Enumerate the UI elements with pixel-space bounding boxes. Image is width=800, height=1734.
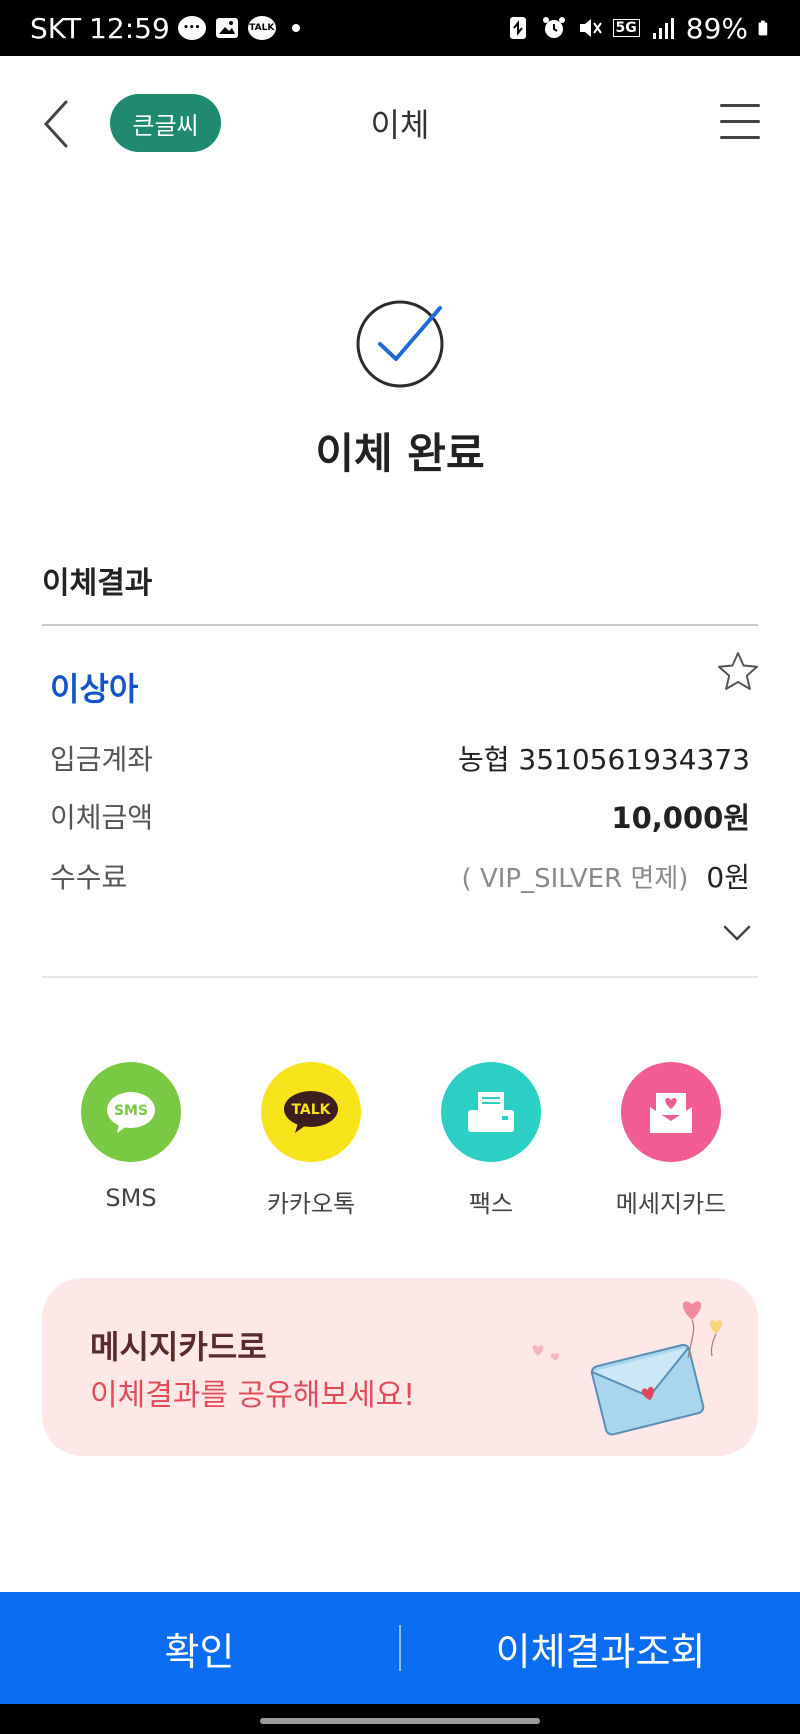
signal-icon [652, 18, 674, 39]
share-sms-button[interactable]: SMS SMS [56, 1062, 206, 1222]
alarm-icon [542, 17, 565, 38]
page-title: 이체 [370, 106, 430, 144]
share-label: 팩스 [468, 1190, 514, 1218]
status-bar: SKT 12:59 ••• TALK 5G 89% [0, 0, 800, 56]
sync-icon [509, 17, 526, 39]
chevron-down-icon[interactable] [722, 922, 752, 944]
row-value: 농협 3510561934373 [457, 743, 750, 776]
transfer-history-button[interactable]: 이체결과조회 [401, 1592, 800, 1704]
details-divider [42, 976, 758, 978]
kakaotalk-icon: TALK [261, 1062, 361, 1162]
row-label: 이체금액 [50, 801, 154, 834]
mute-icon [579, 19, 602, 37]
sms-badge-text: SMS [114, 1103, 148, 1119]
sms-icon: SMS [81, 1062, 181, 1162]
battery-icon [758, 20, 768, 36]
envelope-balloon-illustration [532, 1301, 723, 1436]
share-label: 메세지카드 [615, 1190, 727, 1218]
row-label: 수수료 [50, 861, 128, 894]
chat-notification-icon: ••• [177, 16, 206, 40]
more-notifications-icon [291, 24, 300, 32]
fee-value-group: ( VIP_SILVER 면제) 0원 [462, 856, 750, 896]
section-title: 이체결과 [42, 566, 153, 601]
row-label: 입금계좌 [50, 743, 154, 776]
transfer-complete-title: 이체 완료 [315, 429, 485, 478]
hamburger-menu-icon[interactable] [720, 104, 760, 140]
kakaotalk-notification-icon: TALK [247, 16, 276, 40]
home-indicator[interactable] [260, 1718, 540, 1724]
check-circle-icon [356, 300, 444, 388]
banner-subtitle: 이체결과를 공유해보세요! [90, 1378, 416, 1413]
transfer-amount-row: 이체금액 10,000원 [50, 796, 750, 836]
network-indicator: 5G [612, 19, 640, 37]
fax-icon [441, 1062, 541, 1162]
share-fax-button[interactable]: 팩스 [416, 1062, 566, 1222]
gallery-notification-icon [215, 18, 238, 38]
share-message-card-button[interactable]: 메세지카드 [596, 1062, 746, 1222]
status-left: SKT 12:59 ••• TALK [30, 0, 300, 56]
talk-badge-text: TALK [291, 1102, 331, 1118]
bottom-action-bar: 확인 이체결과조회 [0, 1592, 800, 1704]
share-options: SMS SMS TALK 카카오톡 팩스 메세지카드 [56, 1062, 746, 1222]
banner-title: 메시지카드로 [90, 1328, 267, 1366]
row-value: 10,000원 [611, 801, 750, 835]
row-value: 0원 [706, 861, 750, 894]
clock: 12:59 [89, 11, 170, 45]
status-right: 5G 89% [505, 0, 774, 56]
battery-percent: 89% [685, 11, 748, 45]
message-card-icon [621, 1062, 721, 1162]
confirm-button[interactable]: 확인 [0, 1592, 399, 1704]
share-label: SMS [105, 1184, 157, 1212]
deposit-account-row: 입금계좌 농협 3510561934373 [50, 738, 750, 778]
favorite-star-icon[interactable] [716, 650, 760, 694]
app-header: 큰글씨 이체 [0, 56, 800, 192]
fee-waiver-note: ( VIP_SILVER 면제) [461, 864, 689, 894]
fee-row: 수수료 ( VIP_SILVER 면제) 0원 [50, 856, 750, 896]
share-kakaotalk-button[interactable]: TALK 카카오톡 [236, 1062, 386, 1222]
message-card-banner[interactable]: 메시지카드로 이체결과를 공유해보세요! [42, 1278, 758, 1456]
carrier-label: SKT [30, 11, 82, 45]
recipient-name: 이상아 [50, 670, 139, 708]
section-divider [42, 624, 758, 626]
share-label: 카카오톡 [266, 1190, 356, 1218]
